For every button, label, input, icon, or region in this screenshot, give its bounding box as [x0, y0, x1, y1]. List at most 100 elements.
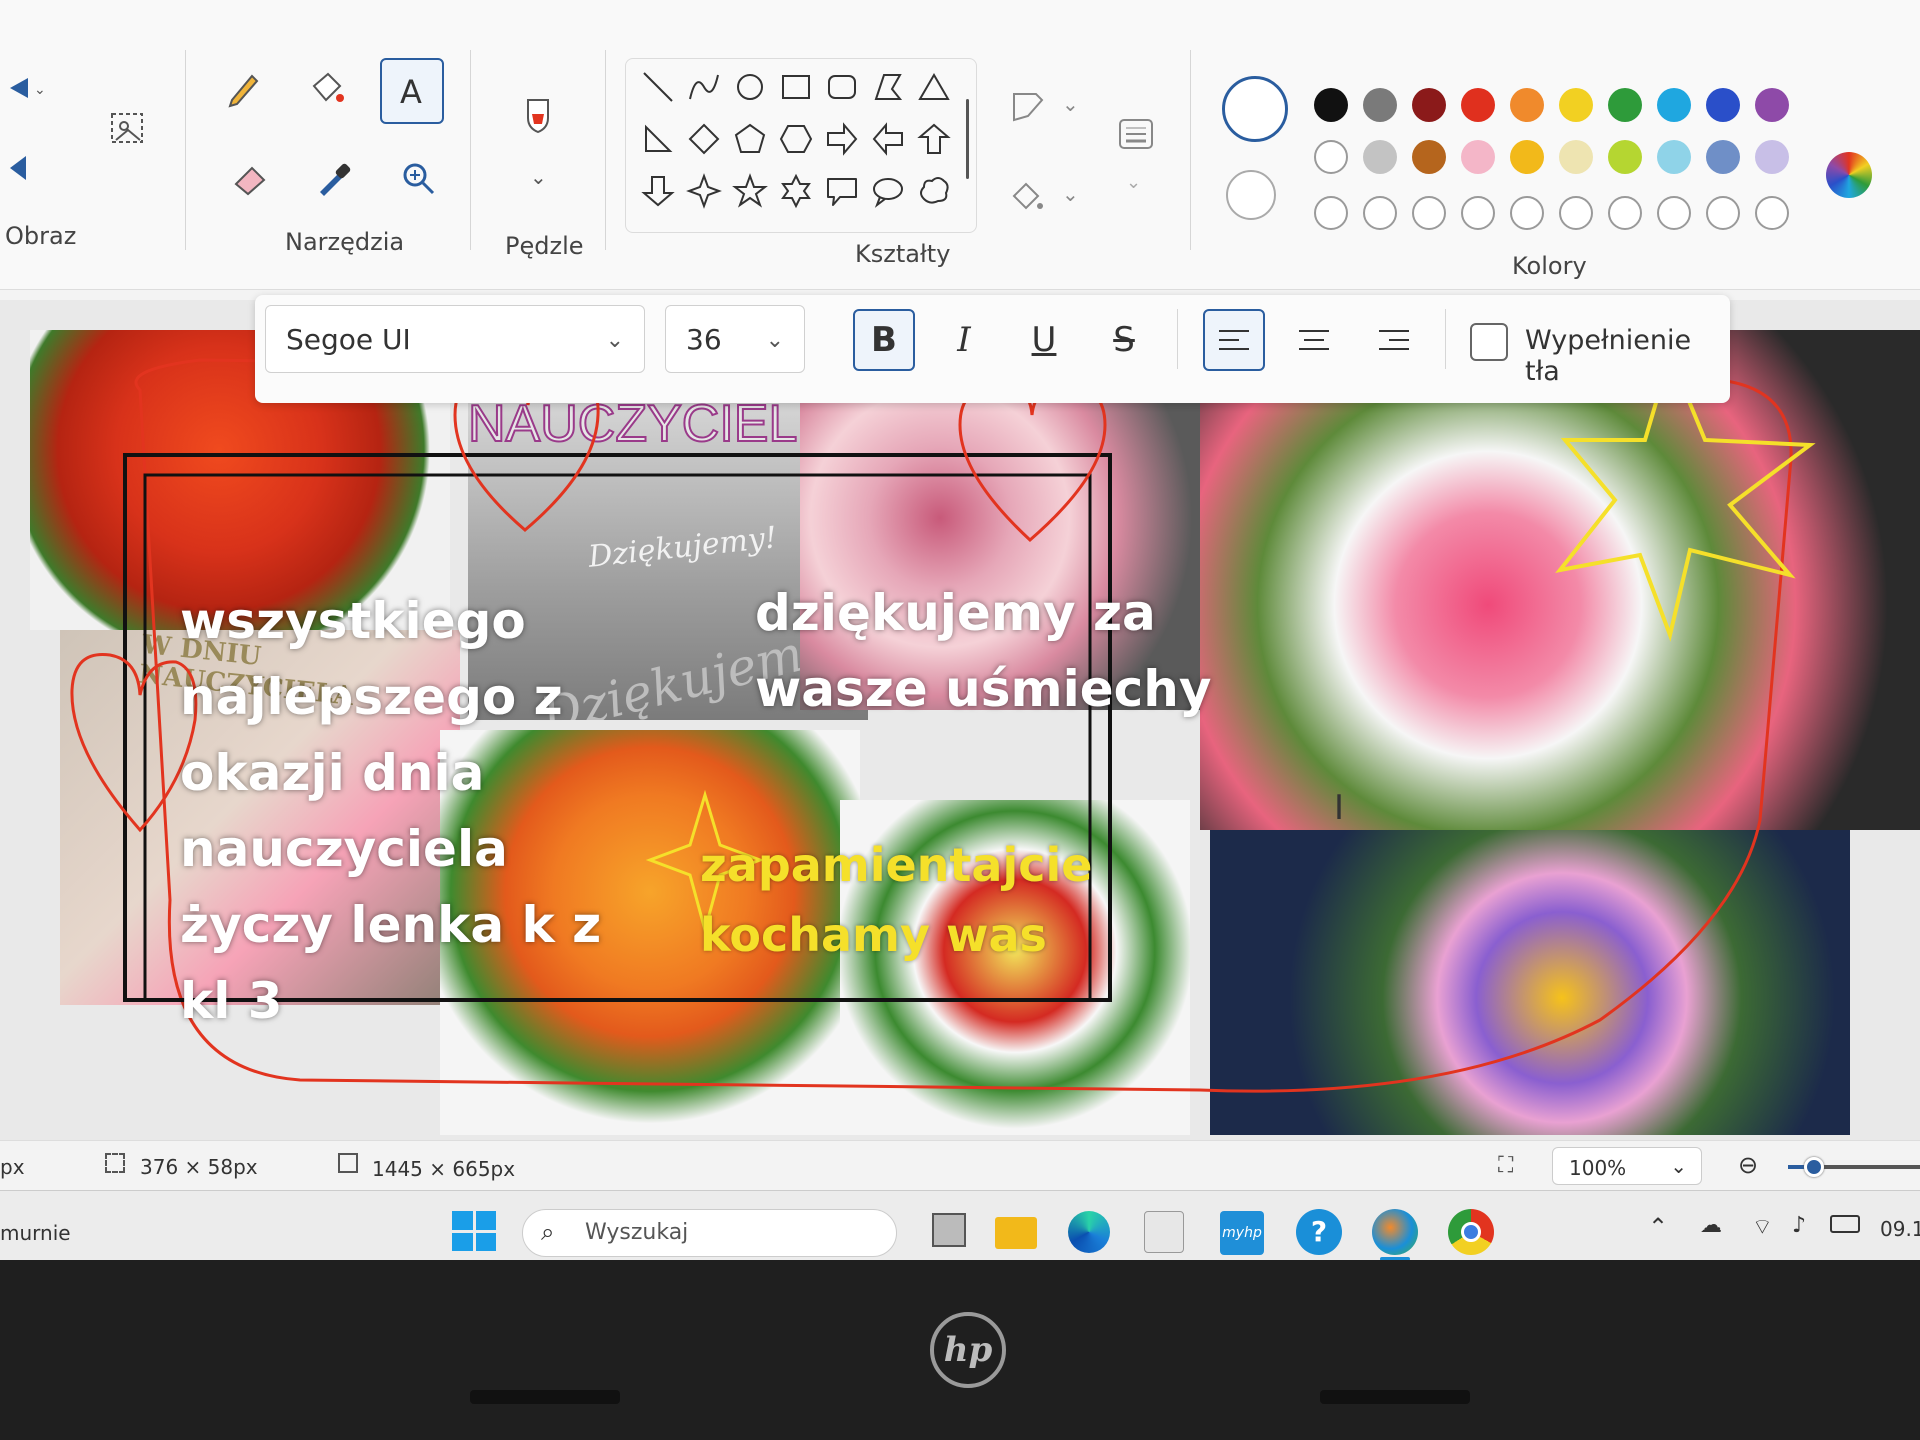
color-swatch[interactable]: [1559, 88, 1593, 122]
start-button[interactable]: [452, 1211, 496, 1251]
help-icon[interactable]: ?: [1296, 1209, 1342, 1255]
pentagon-shape-icon[interactable]: [732, 121, 772, 161]
diamond-shape-icon[interactable]: [686, 121, 726, 161]
cloud-sync-icon[interactable]: ☁: [1700, 1213, 1722, 1238]
chevron-down-icon[interactable]: ⌄: [1062, 182, 1079, 206]
edge-browser-icon[interactable]: [1068, 1211, 1110, 1253]
fill-background-checkbox[interactable]: [1470, 323, 1508, 361]
wish-text-block[interactable]: wszystkiego najlepszego z okazji dnia na…: [180, 583, 601, 1039]
line-shape-icon[interactable]: [640, 69, 680, 109]
color-swatch[interactable]: [1412, 88, 1446, 122]
custom-color-slot[interactable]: [1706, 196, 1740, 230]
right-triangle-shape-icon[interactable]: [640, 121, 680, 161]
custom-color-slot[interactable]: [1363, 196, 1397, 230]
chevron-down-icon[interactable]: ⌄: [1126, 172, 1141, 193]
color-swatch[interactable]: [1608, 140, 1642, 174]
color-swatch[interactable]: [1461, 140, 1495, 174]
align-right-button[interactable]: [1363, 309, 1425, 371]
volume-icon[interactable]: ♪: [1792, 1213, 1806, 1238]
italic-button[interactable]: I: [933, 309, 995, 371]
custom-color-slot[interactable]: [1559, 196, 1593, 230]
outline-icon[interactable]: [1000, 78, 1056, 134]
primary-color-swatch[interactable]: [1222, 76, 1288, 142]
canvas[interactable]: W DNIU NAUCZYCIELA NAUCZYCIEL Dziękujemy…: [0, 300, 1920, 1140]
custom-color-slot[interactable]: [1755, 196, 1789, 230]
color-swatch[interactable]: [1363, 140, 1397, 174]
chevron-down-icon[interactable]: ⌄: [1062, 92, 1079, 116]
secondary-color-swatch[interactable]: [1226, 170, 1276, 220]
color-swatch[interactable]: [1363, 88, 1397, 122]
zoom-slider-thumb[interactable]: [1804, 1157, 1824, 1177]
font-family-dropdown[interactable]: Segoe UI ⌄: [265, 305, 645, 373]
thanks-text-block[interactable]: dziękujemy za wasze uśmiechy: [755, 575, 1211, 727]
zoom-dropdown[interactable]: 100% ⌄: [1552, 1147, 1702, 1185]
brush-icon[interactable]: [510, 88, 566, 144]
color-swatch[interactable]: [1657, 140, 1691, 174]
curve-shape-icon[interactable]: [686, 69, 726, 109]
bold-button[interactable]: B: [853, 309, 915, 371]
eraser-icon[interactable]: [222, 150, 278, 206]
myhp-icon[interactable]: myhp: [1220, 1211, 1264, 1255]
callout-cloud-shape-icon[interactable]: [916, 173, 956, 213]
custom-color-slot[interactable]: [1657, 196, 1691, 230]
five-point-star-shape-icon[interactable]: [732, 173, 772, 213]
color-swatch[interactable]: [1510, 88, 1544, 122]
fill-bucket-icon[interactable]: [298, 60, 354, 116]
custom-color-slot[interactable]: [1412, 196, 1446, 230]
color-swatch[interactable]: [1608, 88, 1642, 122]
taskbar-search-box[interactable]: Wyszukaj ⌕: [522, 1209, 897, 1257]
align-center-button[interactable]: [1283, 309, 1345, 371]
font-size-dropdown[interactable]: 36 ⌄: [665, 305, 805, 373]
zoom-slider[interactable]: [1788, 1157, 1920, 1177]
fit-screen-icon[interactable]: ⛶: [1498, 1153, 1513, 1178]
zoom-out-icon[interactable]: ⊖: [1738, 1151, 1758, 1179]
color-swatch[interactable]: [1559, 140, 1593, 174]
chevron-down-icon[interactable]: ⌄: [530, 165, 547, 189]
four-point-star-shape-icon[interactable]: [686, 173, 726, 213]
microsoft-store-icon[interactable]: [1144, 1211, 1184, 1253]
file-explorer-icon[interactable]: [995, 1217, 1037, 1249]
underline-button[interactable]: U: [1013, 309, 1075, 371]
callout-rectangle-shape-icon[interactable]: [824, 173, 864, 213]
scrollbar[interactable]: [966, 99, 969, 179]
text-tool-icon[interactable]: A: [380, 58, 444, 124]
select-arrow-icon[interactable]: ⌄: [0, 60, 56, 116]
select-shape-icon[interactable]: [0, 140, 56, 196]
clock-time[interactable]: 09.1: [1880, 1217, 1920, 1241]
task-view-icon[interactable]: [932, 1213, 966, 1247]
edit-colors-icon[interactable]: [1826, 152, 1872, 198]
color-picker-icon[interactable]: [306, 150, 362, 206]
up-arrow-shape-icon[interactable]: [916, 121, 956, 161]
color-swatch[interactable]: [1755, 140, 1789, 174]
chrome-icon[interactable]: [1448, 1209, 1494, 1255]
chevron-up-icon[interactable]: ⌃: [1648, 1213, 1668, 1241]
custom-color-slot[interactable]: [1314, 196, 1348, 230]
fill-icon[interactable]: [1000, 168, 1056, 224]
color-swatch[interactable]: [1314, 88, 1348, 122]
triangle-shape-icon[interactable]: [916, 69, 956, 109]
six-point-star-shape-icon[interactable]: [778, 173, 818, 213]
color-swatch[interactable]: [1461, 88, 1495, 122]
image-crop-icon[interactable]: [100, 100, 156, 156]
align-left-button[interactable]: [1203, 309, 1265, 371]
polygon-shape-icon[interactable]: [870, 69, 910, 109]
down-arrow-shape-icon[interactable]: [640, 173, 680, 213]
hexagon-shape-icon[interactable]: [778, 121, 818, 161]
right-arrow-shape-icon[interactable]: [824, 121, 864, 161]
battery-icon[interactable]: [1830, 1215, 1860, 1233]
color-swatch[interactable]: [1706, 88, 1740, 122]
callout-oval-shape-icon[interactable]: [870, 173, 910, 213]
rectangle-shape-icon[interactable]: [778, 69, 818, 109]
custom-color-slot[interactable]: [1461, 196, 1495, 230]
oval-shape-icon[interactable]: [732, 69, 772, 109]
color-swatch[interactable]: [1412, 140, 1446, 174]
color-swatch[interactable]: [1755, 88, 1789, 122]
size-icon[interactable]: [1108, 106, 1164, 162]
pencil-icon[interactable]: [216, 60, 272, 116]
color-swatch[interactable]: [1510, 140, 1544, 174]
custom-color-slot[interactable]: [1510, 196, 1544, 230]
magnifier-icon[interactable]: [390, 150, 446, 206]
left-arrow-shape-icon[interactable]: [870, 121, 910, 161]
strikethrough-button[interactable]: S: [1093, 309, 1155, 371]
paint-app-icon[interactable]: [1372, 1209, 1418, 1255]
